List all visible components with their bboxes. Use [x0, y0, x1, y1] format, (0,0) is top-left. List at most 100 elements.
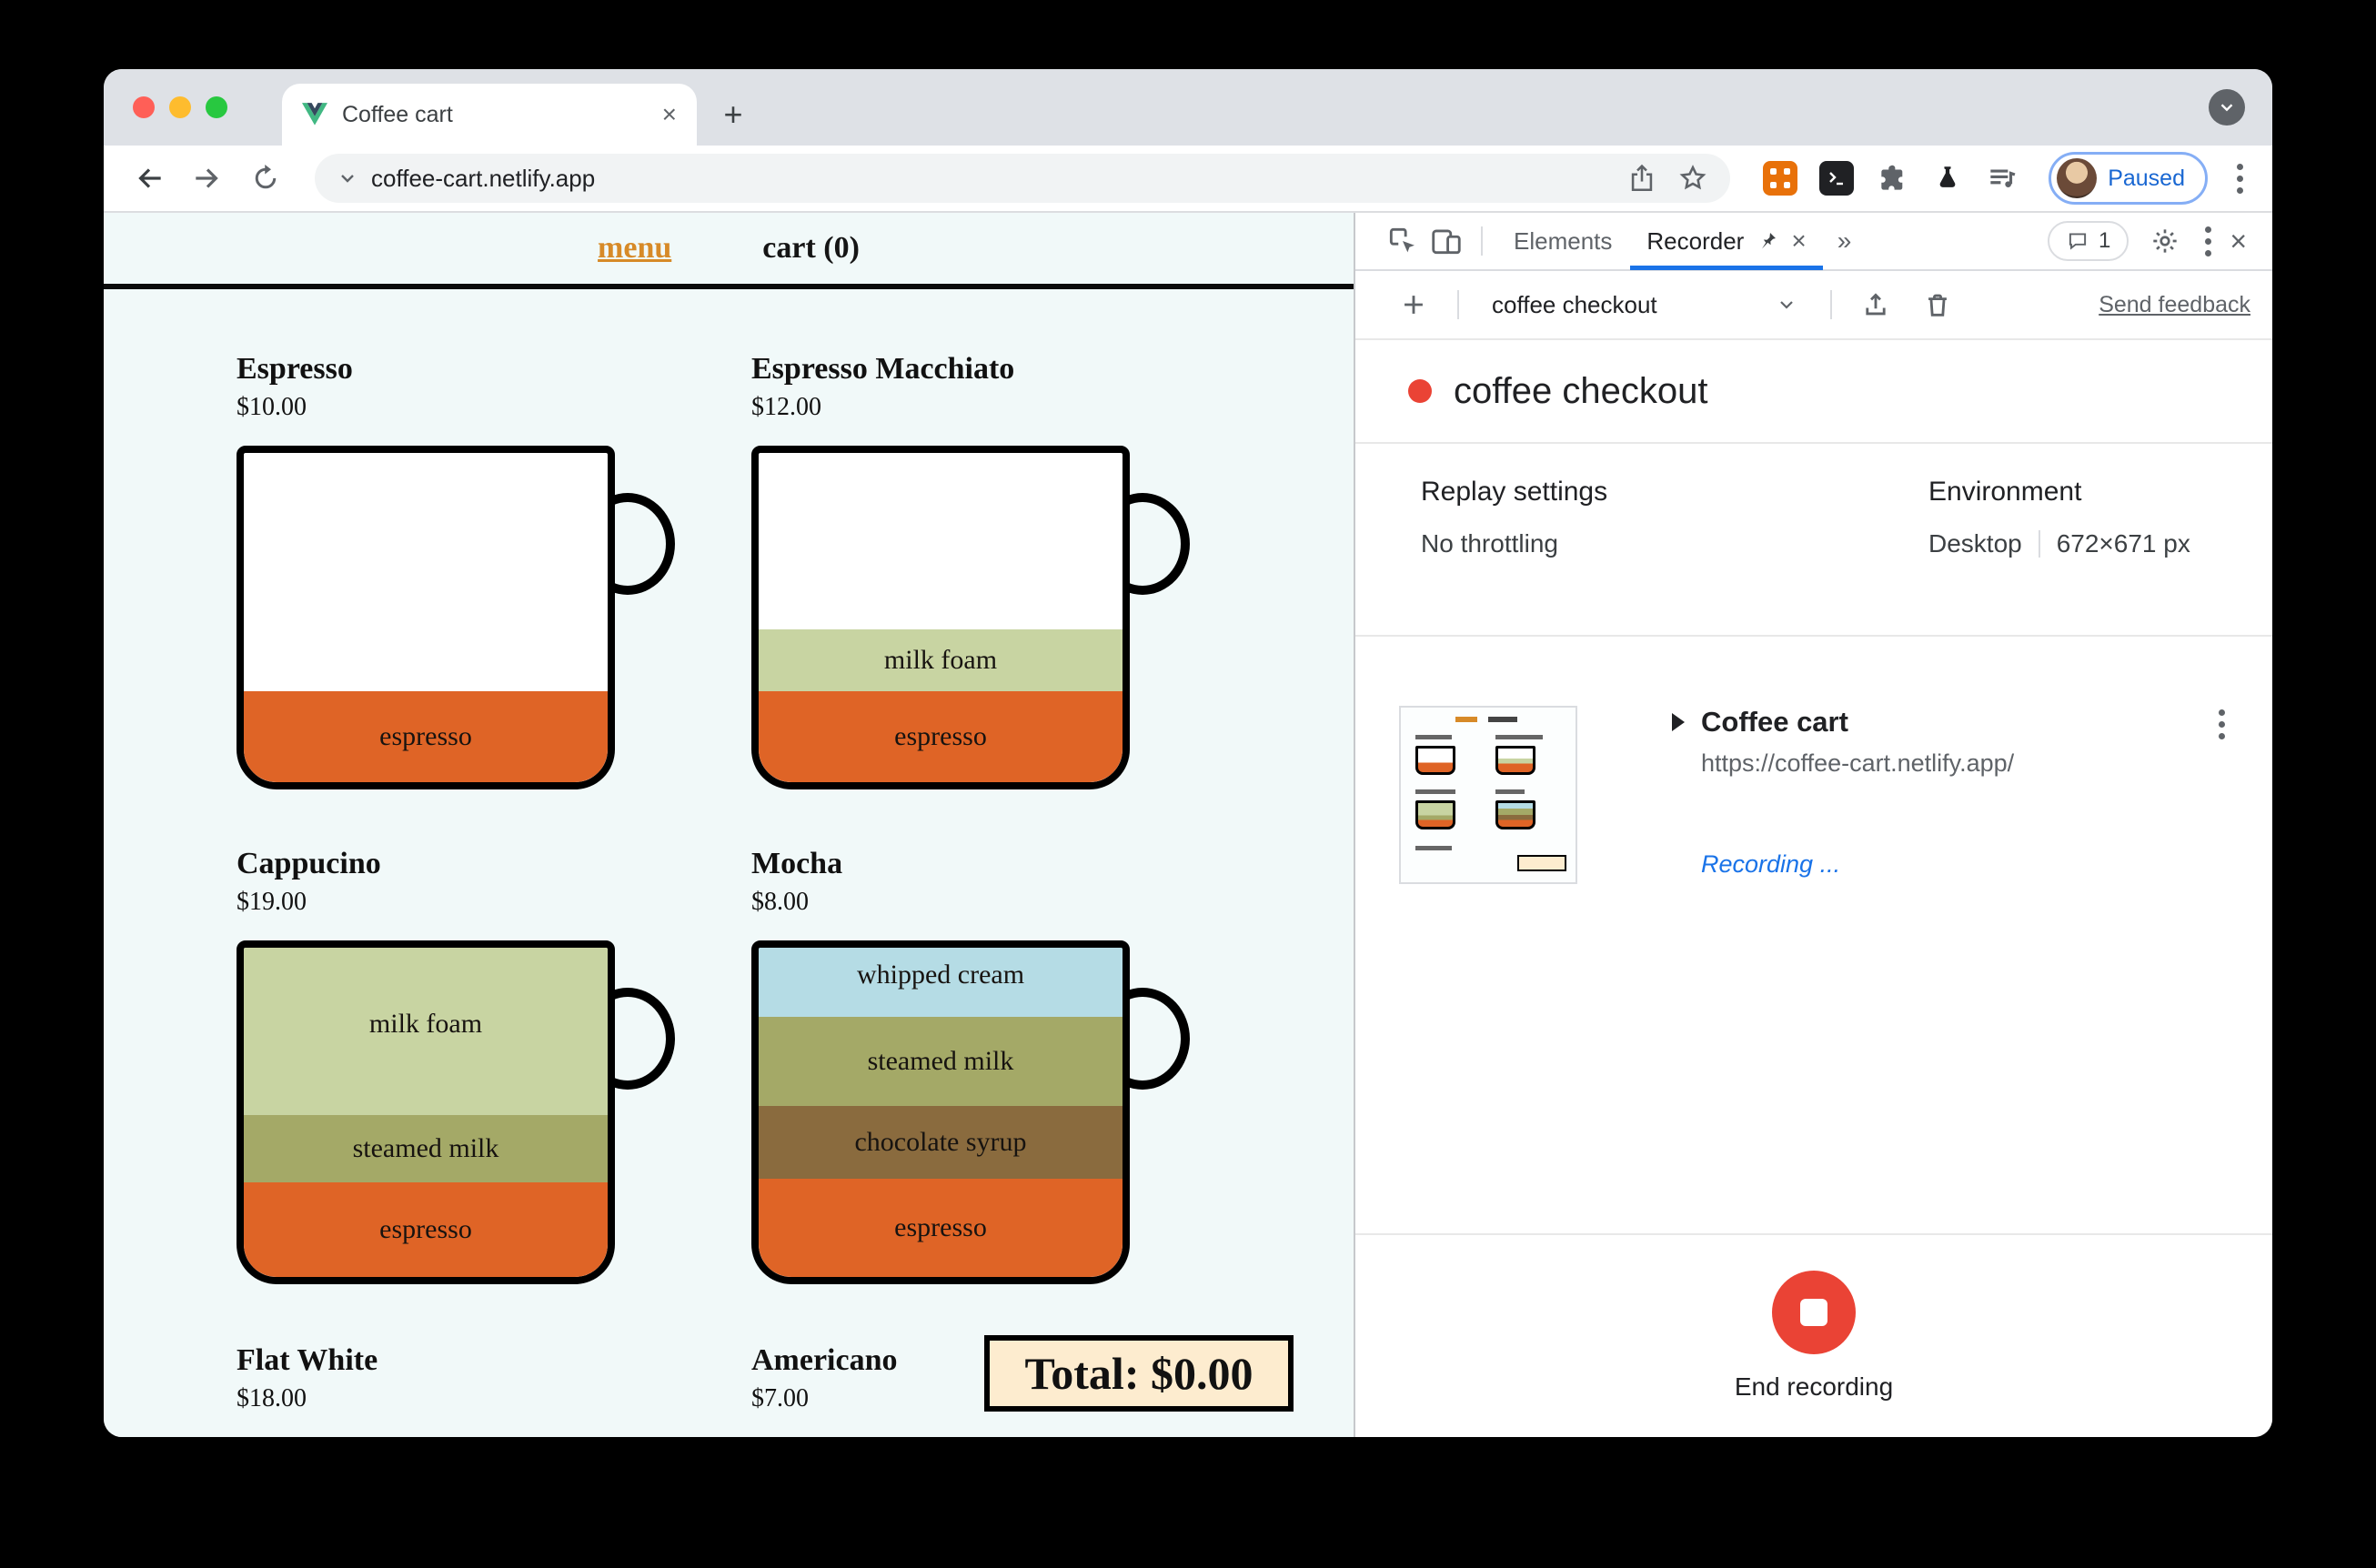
- expand-step-icon[interactable]: [1672, 713, 1685, 731]
- recording-select-value: coffee checkout: [1492, 290, 1657, 318]
- extension-icons: Paused: [1763, 152, 2250, 205]
- extension-terminal-icon[interactable]: [1819, 161, 1855, 196]
- forward-button[interactable]: [184, 155, 231, 202]
- browser-toolbar: coffee-cart.netlify.app Paused: [104, 146, 2272, 213]
- traffic-lights: [133, 69, 227, 146]
- tab-title: Coffee cart: [342, 101, 453, 127]
- extensions-puzzle-icon[interactable]: [1876, 161, 1910, 196]
- coffee-app: menu cart (0) Espresso $10.00 espresso E…: [104, 213, 1354, 1437]
- step-title-row[interactable]: Coffee cart: [1672, 706, 2243, 739]
- delete-recording-icon[interactable]: [1916, 283, 1959, 327]
- item-name: Espresso: [237, 352, 353, 386]
- issues-count: 1: [2098, 228, 2111, 253]
- reload-button[interactable]: [242, 155, 289, 202]
- send-feedback-link[interactable]: Send feedback: [2099, 292, 2250, 318]
- tab-recorder[interactable]: Recorder ×: [1630, 212, 1822, 270]
- screen: Coffee cart × + coffee-cart.netlify.app …: [0, 0, 2376, 1568]
- nav-link-menu[interactable]: menu: [598, 231, 671, 266]
- close-devtools-icon[interactable]: ×: [2219, 225, 2258, 258]
- whipped-cream-layer: whipped cream: [759, 948, 1123, 1017]
- espresso-layer: espresso: [759, 1179, 1123, 1277]
- bookmark-star-icon[interactable]: [1677, 163, 1708, 194]
- minimize-window-button[interactable]: [169, 96, 191, 118]
- cart-total-button[interactable]: Total: $0.00: [984, 1335, 1294, 1412]
- steamed-milk-layer: steamed milk: [244, 1115, 608, 1182]
- pin-icon: [1757, 230, 1778, 252]
- sync-status-label: Paused: [2108, 165, 2185, 191]
- menu-item-mocha: Mocha $8.00 whipped cream steamed milk c…: [751, 846, 1190, 1284]
- menu-item-espresso: Espresso $10.00 espresso: [237, 351, 675, 789]
- milk-foam-layer: milk foam: [759, 629, 1123, 691]
- devtools-menu-icon[interactable]: [2198, 226, 2219, 256]
- step-menu-icon[interactable]: [2211, 709, 2232, 739]
- export-recording-icon[interactable]: [1854, 283, 1898, 327]
- recording-status: Recording ...: [1701, 850, 1841, 878]
- menu-item-flat-white: Flat White $18.00: [237, 1342, 615, 1415]
- espresso-cup[interactable]: espresso: [237, 446, 675, 789]
- app-nav: menu cart (0): [104, 213, 1354, 289]
- recording-indicator-dot: [1408, 379, 1432, 403]
- item-price: $18.00: [237, 1384, 307, 1412]
- stop-icon: [1800, 1299, 1827, 1326]
- tab-close-icon[interactable]: ×: [662, 102, 677, 127]
- cappucino-cup[interactable]: milk foam steamed milk espresso: [237, 940, 675, 1284]
- item-name: Cappucino: [237, 847, 381, 880]
- inspect-element-icon[interactable]: [1381, 219, 1425, 263]
- step-url: https://coffee-cart.netlify.app/: [1701, 749, 2015, 777]
- environment-label[interactable]: Environment: [1928, 477, 2190, 508]
- close-recorder-tab-icon[interactable]: ×: [1791, 228, 1806, 254]
- new-tab-button[interactable]: +: [708, 89, 759, 140]
- browser-menu-icon[interactable]: [2230, 163, 2250, 194]
- profile-pill[interactable]: Paused: [2049, 152, 2208, 205]
- issues-badge[interactable]: 1: [2047, 221, 2129, 261]
- reading-list-icon[interactable]: [1985, 161, 2019, 196]
- add-recording-icon[interactable]: [1392, 283, 1435, 327]
- item-name: Mocha: [751, 847, 843, 880]
- environment-device: Desktop: [1928, 529, 2022, 558]
- site-info-chevron-icon[interactable]: [337, 167, 358, 189]
- milk-foam-layer: milk foam: [244, 948, 608, 1115]
- environment-viewport: 672×671 px: [2056, 529, 2190, 558]
- menu-list: Espresso $10.00 espresso Espresso Macchi…: [104, 289, 1354, 1437]
- nav-link-cart[interactable]: cart (0): [762, 231, 860, 266]
- browser-tab[interactable]: Coffee cart ×: [282, 84, 697, 146]
- item-price: $10.00: [237, 393, 307, 421]
- device-toolbar-icon[interactable]: [1425, 219, 1468, 263]
- item-name: Espresso Macchiato: [751, 352, 1015, 386]
- recorder-toolbar: coffee checkout Send feedback: [1355, 271, 2272, 340]
- mocha-cup[interactable]: whipped cream steamed milk chocolate syr…: [751, 940, 1190, 1284]
- address-bar[interactable]: coffee-cart.netlify.app: [315, 154, 1731, 203]
- espresso-macchiato-cup[interactable]: milk foam espresso: [751, 446, 1190, 789]
- chocolate-syrup-layer: chocolate syrup: [759, 1106, 1123, 1179]
- profile-avatar: [2057, 158, 2098, 198]
- step-title: Coffee cart: [1701, 706, 1848, 738]
- devtools-settings-icon[interactable]: [2143, 219, 2187, 263]
- menu-item-espresso-macchiato: Espresso Macchiato $12.00 milk foam espr…: [751, 351, 1190, 789]
- devtools-panel: Elements Recorder × » 1 × coffee checkou…: [1354, 213, 2272, 1437]
- recording-step: Coffee cart https://coffee-cart.netlify.…: [1355, 637, 2272, 1233]
- recording-titlebar: coffee checkout: [1355, 340, 2272, 444]
- extension-flask-icon[interactable]: [1932, 163, 1963, 194]
- item-price: $8.00: [751, 888, 809, 916]
- recording-select[interactable]: coffee checkout: [1481, 291, 1808, 319]
- page-thumbnail: [1399, 706, 1577, 884]
- tab-strip: Coffee cart × +: [104, 69, 2272, 146]
- devtools-tabbar: Elements Recorder × » 1 ×: [1355, 213, 2272, 271]
- tab-elements[interactable]: Elements: [1495, 212, 1630, 270]
- recording-settings: Replay settings No throttling Environmen…: [1355, 444, 2272, 637]
- back-button[interactable]: [126, 155, 173, 202]
- close-window-button[interactable]: [133, 96, 155, 118]
- more-tabs-chevron[interactable]: »: [1823, 226, 1867, 256]
- tab-overview-button[interactable]: [2209, 89, 2245, 126]
- zoom-window-button[interactable]: [206, 96, 227, 118]
- end-recording-button[interactable]: [1772, 1271, 1856, 1354]
- item-price: $19.00: [237, 888, 307, 916]
- browser-window: Coffee cart × + coffee-cart.netlify.app …: [104, 69, 2272, 1437]
- share-icon[interactable]: [1626, 163, 1657, 194]
- espresso-layer: espresso: [244, 691, 608, 782]
- url-text[interactable]: coffee-cart.netlify.app: [371, 165, 595, 193]
- espresso-layer: espresso: [244, 1182, 608, 1277]
- extension-orange-icon[interactable]: [1763, 161, 1798, 196]
- item-price: $12.00: [751, 393, 821, 421]
- replay-settings-label[interactable]: Replay settings: [1421, 477, 1928, 508]
